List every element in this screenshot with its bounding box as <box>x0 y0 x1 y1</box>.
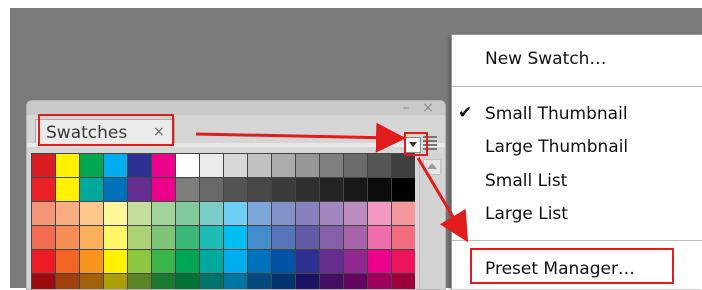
arrow-menu-button-to-preset-manager <box>416 157 469 243</box>
annotation-arrows <box>195 122 469 243</box>
arrow-tab-to-menu-button <box>195 122 406 153</box>
